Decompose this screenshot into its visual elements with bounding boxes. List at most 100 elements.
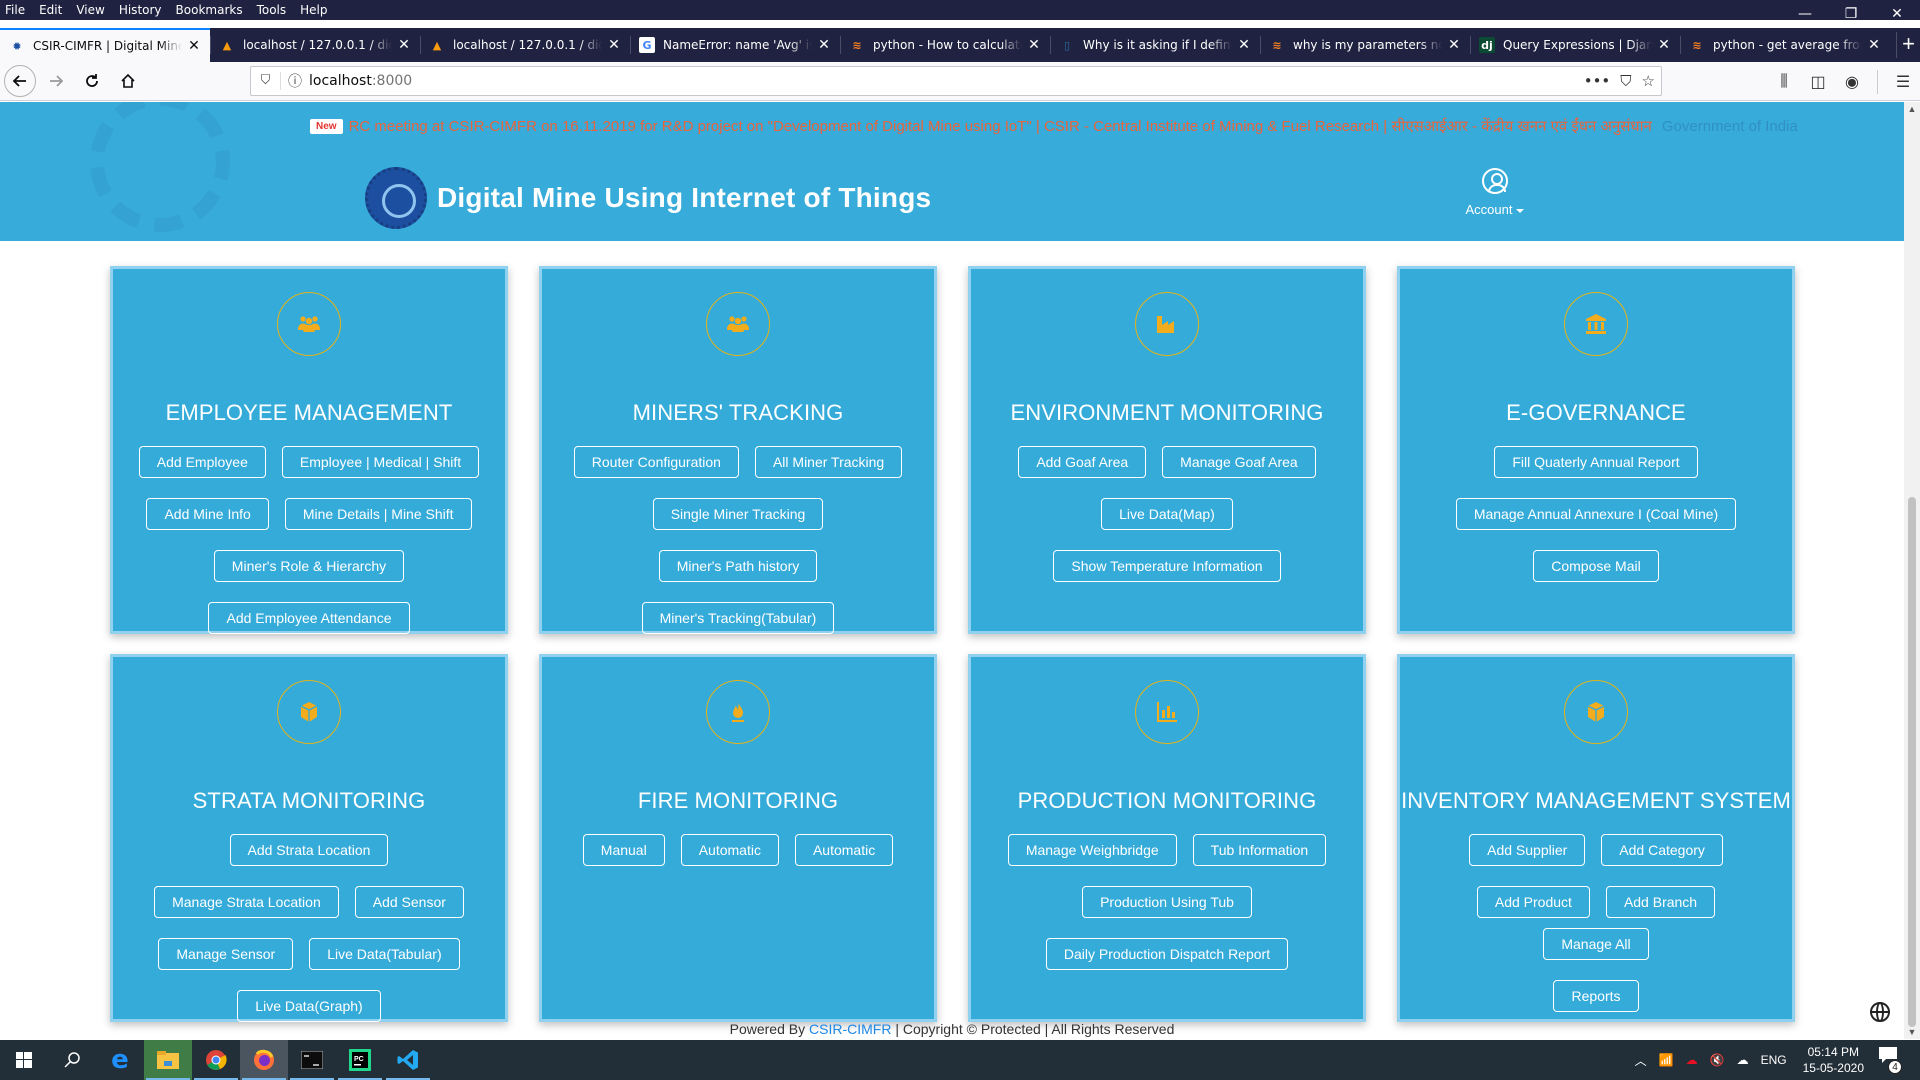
module-action-button[interactable]: Automatic bbox=[680, 834, 779, 866]
close-tab-icon[interactable]: ✕ bbox=[1446, 37, 1462, 53]
module-action-button[interactable]: Miner's Role & Hierarchy bbox=[213, 550, 405, 582]
sidebar-icon[interactable]: ◫ bbox=[1801, 72, 1835, 92]
module-action-button[interactable]: Add Product bbox=[1476, 886, 1590, 918]
language-indicator[interactable]: ENG bbox=[1761, 1053, 1787, 1067]
module-action-button[interactable]: Add Category bbox=[1601, 834, 1723, 866]
module-action-button[interactable]: Live Data(Map) bbox=[1101, 498, 1233, 530]
pocket-icon[interactable]: ⛉ bbox=[1620, 72, 1631, 90]
close-tab-icon[interactable]: ✕ bbox=[606, 37, 622, 53]
hamburger-menu-icon[interactable]: ☰ bbox=[1886, 72, 1920, 92]
clock[interactable]: 05:14 PM 15-05-2020 bbox=[1803, 1044, 1864, 1076]
taskbar-pycharm[interactable]: PC bbox=[336, 1040, 384, 1080]
close-window-button[interactable]: ✕ bbox=[1874, 0, 1920, 28]
menu-bookmarks[interactable]: Bookmarks bbox=[169, 0, 250, 20]
module-action-button[interactable]: Single Miner Tracking bbox=[652, 498, 824, 530]
cloud-upload-icon[interactable]: ☁ bbox=[1737, 1053, 1749, 1067]
browser-tab[interactable]: ≋ python - How to calculate average ✕ bbox=[840, 28, 1050, 62]
module-action-button[interactable]: Mine Details | Mine Shift bbox=[284, 498, 472, 530]
browser-tab[interactable]: ≋ python - get average from set of ✕ bbox=[1680, 28, 1890, 62]
browser-tab[interactable]: dj Query Expressions | Django docs ✕ bbox=[1470, 28, 1680, 62]
module-action-button[interactable]: Compose Mail bbox=[1533, 550, 1659, 582]
forward-button[interactable] bbox=[40, 65, 72, 97]
module-action-button[interactable]: Fill Quaterly Annual Report bbox=[1494, 446, 1698, 478]
module-action-button[interactable]: Live Data(Tabular) bbox=[309, 938, 460, 970]
browser-tab[interactable]: ✹ CSIR-CIMFR | Digital Mine Using Interne… bbox=[0, 28, 210, 62]
bookmark-star-icon[interactable]: ☆ bbox=[1642, 72, 1655, 90]
restore-button[interactable]: ❐ bbox=[1828, 0, 1874, 28]
module-action-button[interactable]: Miner's Tracking(Tabular) bbox=[641, 602, 835, 634]
close-tab-icon[interactable]: ✕ bbox=[816, 37, 832, 53]
scroll-down-icon[interactable]: ▼ bbox=[1904, 1027, 1920, 1037]
module-action-button[interactable]: Employee | Medical | Shift bbox=[281, 446, 480, 478]
module-action-button[interactable]: Add Supplier bbox=[1469, 834, 1586, 866]
scroll-up-icon[interactable]: ▲ bbox=[1904, 104, 1920, 114]
globe-icon[interactable] bbox=[1870, 1002, 1890, 1022]
module-action-button[interactable]: Miner's Path history bbox=[658, 550, 818, 582]
menu-view[interactable]: View bbox=[69, 0, 111, 20]
volume-muted-icon[interactable]: 🔇 bbox=[1710, 1053, 1725, 1067]
taskbar-firefox[interactable] bbox=[240, 1040, 288, 1080]
scrollbar-thumb[interactable] bbox=[1908, 497, 1916, 1027]
module-action-button[interactable]: Manage Sensor bbox=[158, 938, 294, 970]
module-action-button[interactable]: Automatic bbox=[794, 834, 894, 866]
page-scrollbar[interactable]: ▲ ▼ bbox=[1904, 102, 1920, 1039]
module-action-button[interactable]: Tub Information bbox=[1192, 834, 1327, 866]
close-tab-icon[interactable]: ✕ bbox=[396, 37, 412, 53]
module-action-button[interactable]: Add Sensor bbox=[354, 886, 464, 918]
close-tab-icon[interactable]: ✕ bbox=[1656, 37, 1672, 53]
module-action-button[interactable]: Reports bbox=[1553, 980, 1639, 1012]
footer-link[interactable]: CSIR-CIMFR bbox=[809, 1021, 891, 1037]
start-button[interactable] bbox=[0, 1040, 48, 1080]
browser-tab[interactable]: G NameError: name 'Avg' is not defined ✕ bbox=[630, 28, 840, 62]
close-tab-icon[interactable]: ✕ bbox=[1026, 37, 1042, 53]
module-action-button[interactable]: Live Data(Graph) bbox=[237, 990, 381, 1022]
module-action-button[interactable]: Router Configuration bbox=[573, 446, 739, 478]
module-action-button[interactable]: Manage Weighbridge bbox=[1007, 834, 1177, 866]
module-action-button[interactable]: Manage Annual Annexure I (Coal Mine) bbox=[1455, 498, 1737, 530]
module-action-button[interactable]: Manage Goaf Area bbox=[1162, 446, 1316, 478]
module-action-button[interactable]: Add Goaf Area bbox=[1018, 446, 1147, 478]
taskbar-edge[interactable]: e bbox=[96, 1040, 144, 1080]
wifi-icon[interactable]: 📶 bbox=[1659, 1053, 1674, 1067]
library-icon[interactable]: ⫼ bbox=[1767, 73, 1801, 91]
close-tab-icon[interactable]: ✕ bbox=[1236, 37, 1252, 53]
ticker-text[interactable]: RC meeting at CSIR-CIMFR on 16.11.2019 f… bbox=[349, 116, 1652, 136]
back-button[interactable] bbox=[4, 65, 36, 97]
browser-tab[interactable]: ≋ why is my parameters not defined ✕ bbox=[1260, 28, 1470, 62]
module-action-button[interactable]: All Miner Tracking bbox=[754, 446, 903, 478]
module-action-button[interactable]: Manage Strata Location bbox=[154, 886, 339, 918]
minimize-button[interactable]: — bbox=[1782, 0, 1828, 28]
module-action-button[interactable]: Production Using Tub bbox=[1082, 886, 1252, 918]
tracking-shield-icon[interactable]: ⛉ bbox=[251, 72, 281, 90]
module-action-button[interactable]: Add Mine Info bbox=[146, 498, 269, 530]
reload-button[interactable] bbox=[76, 65, 108, 97]
search-button[interactable] bbox=[48, 1040, 96, 1080]
module-action-button[interactable]: Add Branch bbox=[1605, 886, 1716, 918]
show-hidden-icons[interactable]: ︿ bbox=[1635, 1052, 1647, 1069]
news-ticker[interactable]: New RC meeting at CSIR-CIMFR on 16.11.20… bbox=[310, 116, 1798, 136]
browser-tab[interactable]: ▯ Why is it asking if I defined a ✕ bbox=[1050, 28, 1260, 62]
module-action-button[interactable]: Show Temperature Information bbox=[1053, 550, 1281, 582]
taskbar-file-explorer[interactable] bbox=[144, 1040, 192, 1080]
more-icon[interactable]: ••• bbox=[1584, 72, 1611, 90]
new-tab-button[interactable]: + bbox=[1896, 32, 1920, 58]
site-info-icon[interactable]: ⓘ bbox=[281, 71, 309, 91]
action-center-button[interactable]: 4 bbox=[1878, 1046, 1906, 1074]
taskbar-vscode[interactable] bbox=[384, 1040, 432, 1080]
home-button[interactable] bbox=[112, 65, 144, 97]
close-tab-icon[interactable]: ✕ bbox=[1866, 37, 1882, 53]
menu-help[interactable]: Help bbox=[293, 0, 334, 20]
menu-edit[interactable]: Edit bbox=[32, 0, 69, 20]
module-action-button[interactable]: Daily Production Dispatch Report bbox=[1045, 938, 1289, 970]
browser-tab[interactable]: ▲ localhost / 127.0.0.1 / digi_mine ✕ bbox=[420, 28, 630, 62]
module-action-button[interactable]: Manual bbox=[582, 834, 665, 866]
close-tab-icon[interactable]: ✕ bbox=[186, 38, 202, 54]
module-action-button[interactable]: Manage All bbox=[1543, 928, 1649, 960]
taskbar-terminal[interactable] bbox=[288, 1040, 336, 1080]
browser-tab[interactable]: ▲ localhost / 127.0.0.1 / digi_mine ✕ bbox=[210, 28, 420, 62]
module-action-button[interactable]: Add Strata Location bbox=[229, 834, 389, 866]
taskbar-chrome[interactable] bbox=[192, 1040, 240, 1080]
url-bar[interactable]: ⛉ ⓘ localhost:8000 ••• ⛉ ☆ bbox=[250, 66, 1662, 96]
onedrive-error-icon[interactable]: ☁ bbox=[1686, 1053, 1698, 1067]
menu-tools[interactable]: Tools bbox=[250, 0, 294, 20]
